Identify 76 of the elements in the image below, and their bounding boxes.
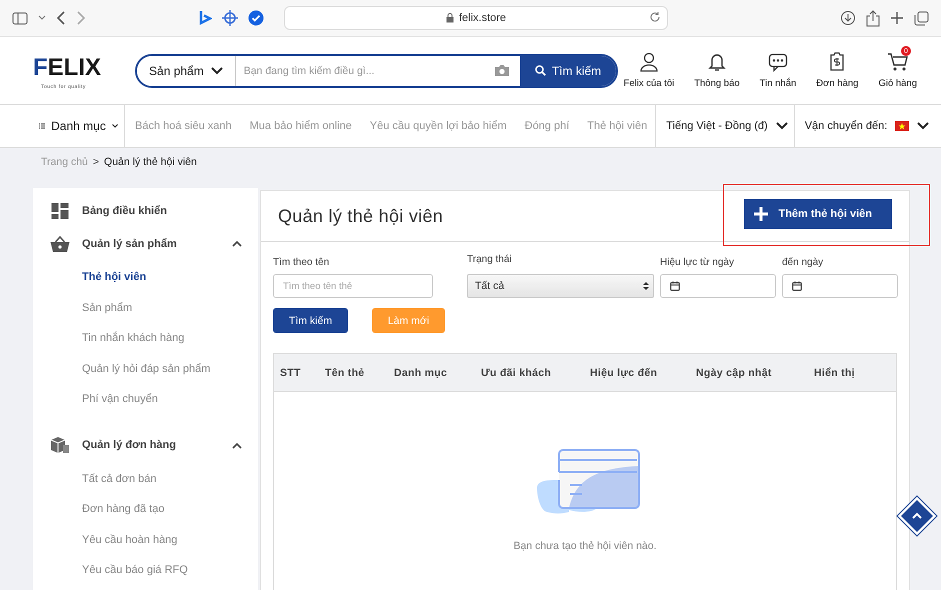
tabs-icon[interactable] (914, 10, 929, 26)
column-header: Ngày cập nhật (696, 366, 773, 378)
date-field[interactable] (660, 274, 776, 298)
sidebar-subitem[interactable]: Đơn hàng đã tạo (33, 494, 258, 524)
empty-state-message: Bạn chưa tạo thẻ hội viên nào. (513, 540, 657, 552)
language-dropdown[interactable]: Tiếng Việt - Đồng (đ) (655, 105, 794, 147)
sidebar-item[interactable]: Quản lý sản phẩm (33, 227, 258, 260)
sidebar-subitem[interactable]: Thẻ hội viên (33, 262, 258, 292)
sidebar-item[interactable]: Bảng điều khiển (33, 194, 258, 227)
b-letter-icon[interactable] (198, 10, 212, 26)
column-header: Ưu đãi khách (481, 366, 552, 378)
status-dropdown[interactable]: Tất cả (467, 274, 654, 298)
search-button[interactable]: Tìm kiếm (520, 56, 616, 86)
sidebar-icon[interactable] (12, 12, 28, 24)
filter-label: Tìm theo tên (273, 257, 330, 268)
scroll-to-top-button[interactable] (896, 495, 938, 537)
address-bar[interactable]: felix.store (284, 6, 668, 30)
camera-icon[interactable] (494, 64, 510, 77)
plus-icon (754, 207, 768, 221)
sidebar-subitem[interactable]: Quản lý hỏi đáp sản phẩm (33, 354, 258, 384)
vietnam-flag-icon (895, 121, 910, 131)
calendar-icon (792, 281, 802, 291)
breadcrumb-link[interactable]: Quản lý thẻ hội viên (104, 156, 197, 168)
sidebar-subitem[interactable]: Sản phẩm (33, 292, 258, 323)
reload-icon[interactable] (649, 11, 661, 23)
header-action[interactable]: Felix của tôi (624, 46, 674, 89)
search-icon (534, 65, 546, 76)
chevron-down-icon[interactable] (38, 15, 46, 21)
sidebar-item[interactable]: Quản lý đơn hàng (33, 428, 258, 462)
download-icon[interactable] (840, 10, 856, 26)
header-action[interactable]: Thông báo (694, 46, 740, 89)
search-button[interactable]: Tìm kiếm (273, 308, 348, 333)
sidebar-subitem[interactable]: Phí vận chuyển (33, 384, 258, 414)
filter-label: Hiệu lực từ ngày (660, 257, 735, 268)
updown-arrows-icon (643, 281, 649, 291)
dashboard-icon (50, 202, 70, 218)
receipt-icon (828, 52, 846, 72)
column-header: Hiển thị (814, 366, 856, 378)
header-action[interactable]: Tin nhắn (760, 46, 796, 89)
boxes-icon (50, 436, 70, 454)
date-field[interactable] (782, 274, 898, 298)
checkmark-icon[interactable] (248, 10, 264, 26)
sidebar-subitem[interactable]: Yêu cầu báo giá RFQ (33, 555, 258, 586)
sidebar-subitem[interactable]: Yêu cầu hoàn hàng (33, 524, 258, 555)
column-header: Hiệu lực đến (590, 366, 658, 378)
lock-icon (446, 13, 454, 23)
list-icon (39, 121, 46, 131)
page-title: Quản lý thẻ hội viên (278, 206, 444, 226)
plus-icon[interactable] (890, 11, 904, 25)
sidebar-subitem[interactable]: Tin nhắn khách hàng (33, 323, 258, 354)
calendar-icon (670, 281, 680, 291)
basket-icon (50, 236, 70, 252)
filter-label: Trạng thái (467, 254, 513, 265)
filter-label: đến ngày (782, 257, 824, 268)
back-icon[interactable] (56, 11, 66, 25)
target-icon[interactable] (222, 10, 238, 26)
category-menu-button[interactable]: Danh mục (33, 105, 125, 147)
bell-icon (708, 52, 726, 72)
chat-icon (768, 52, 788, 72)
cart-icon (886, 52, 909, 72)
add-member-card-button[interactable]: Thêm thẻ hội viên (744, 199, 892, 229)
column-header: Danh mục (394, 366, 448, 378)
chevron-down-icon (917, 122, 930, 130)
column-header: Tên thẻ (325, 366, 366, 378)
category-dropdown[interactable]: Sản phẩm (137, 56, 236, 86)
header-action[interactable]: Đơn hàng (816, 46, 858, 89)
chevron-down-icon (210, 66, 223, 74)
name-search-field[interactable]: Tìm theo tên thẻ (273, 274, 433, 298)
chevron-down-icon (776, 122, 788, 130)
shipping-dropdown[interactable]: Vận chuyển đến: (794, 105, 936, 147)
chevron-down-icon (112, 122, 118, 130)
sidebar-subitem[interactable]: Tất cả đơn bán (33, 464, 258, 494)
user-icon (638, 52, 659, 72)
share-icon[interactable] (866, 10, 880, 26)
breadcrumb-separator: > (92, 156, 100, 168)
column-header: STT (280, 366, 302, 378)
